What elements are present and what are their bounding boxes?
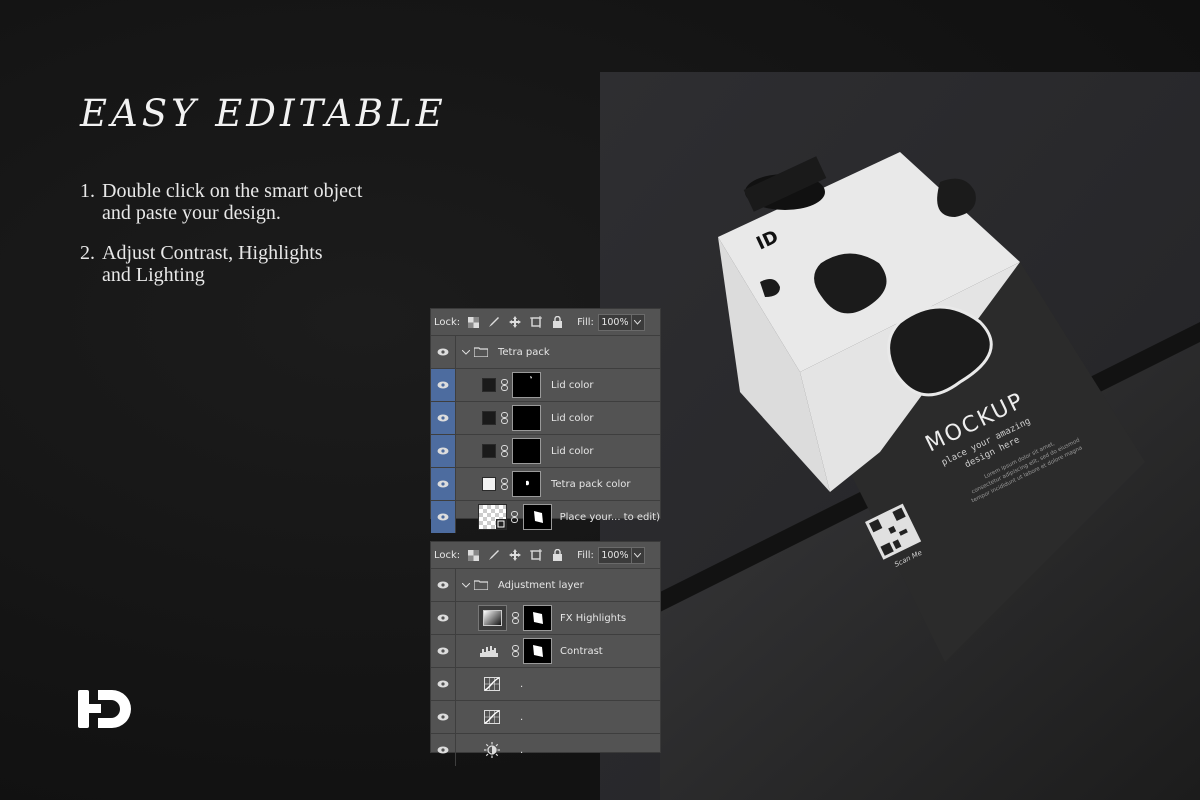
eye-icon[interactable] [431, 468, 455, 500]
step-2: 2. Adjust Contrast, Highlights and Light… [80, 242, 480, 286]
layer-name: . [520, 711, 524, 723]
layer-thumbnail[interactable] [482, 444, 496, 458]
layer-thumbnail[interactable] [482, 411, 496, 425]
step-number: 1. [80, 180, 95, 202]
folder-icon [474, 347, 488, 357]
artboard-icon[interactable] [529, 315, 543, 329]
brush-icon[interactable] [487, 548, 501, 562]
chevron-down-icon[interactable] [631, 313, 645, 331]
lock-transparent-icon[interactable] [466, 315, 480, 329]
layer-row[interactable]: Lid color [431, 369, 660, 402]
layer-row[interactable]: Lid color [431, 435, 660, 468]
link-icon[interactable] [500, 379, 508, 391]
link-icon[interactable] [500, 478, 508, 490]
layer-name: Tetra pack color [551, 478, 631, 490]
eye-icon[interactable] [431, 336, 455, 368]
layer-mask[interactable] [512, 405, 541, 431]
move-icon[interactable] [508, 548, 522, 562]
curves-icon[interactable] [484, 677, 500, 691]
chevron-down-icon[interactable] [461, 580, 471, 591]
lock-icon[interactable] [550, 548, 564, 562]
brush-icon[interactable] [487, 315, 501, 329]
eye-icon[interactable] [431, 435, 455, 467]
layer-name: Lid color [551, 412, 594, 424]
layer-name: Place your... to edit) [559, 511, 660, 523]
chevron-down-icon[interactable] [461, 347, 471, 358]
eye-icon[interactable] [431, 569, 455, 601]
layer-name: Contrast [560, 645, 603, 657]
group-name: Adjustment layer [498, 579, 584, 591]
group-name: Tetra pack [498, 346, 550, 358]
link-icon[interactable] [511, 645, 519, 657]
layers-panel-tetra: Lock: Fill: 100% Tetra pack Lid color Li… [430, 308, 661, 533]
layer-mask[interactable] [522, 504, 552, 530]
layer-mask[interactable] [512, 438, 541, 464]
fill-input[interactable]: 100% [597, 313, 632, 331]
eye-icon[interactable] [431, 734, 455, 766]
layer-name: Lid color [551, 379, 594, 391]
fill-label: Fill: [577, 316, 594, 328]
smart-object-thumbnail[interactable] [478, 504, 507, 530]
step-1: 1. Double click on the smart object and … [80, 180, 480, 224]
brand-logo [78, 690, 131, 728]
fill-label: Fill: [577, 549, 594, 561]
layer-mask[interactable] [512, 372, 541, 398]
brightness-icon[interactable] [484, 742, 500, 758]
eye-icon[interactable] [431, 602, 455, 634]
smart-object-icon [496, 519, 506, 529]
layer-name: . [520, 744, 524, 756]
layer-row[interactable]: . [431, 701, 660, 734]
lock-label: Lock: [434, 549, 461, 561]
layer-row[interactable]: . [431, 734, 660, 766]
lock-bar: Lock: Fill: 100% [431, 309, 660, 336]
instructions: 1. Double click on the smart object and … [80, 180, 480, 304]
layer-name: Lid color [551, 445, 594, 457]
layer-name: . [520, 678, 524, 690]
link-icon[interactable] [500, 412, 508, 424]
layer-name: FX Highlights [560, 612, 627, 624]
layer-thumbnail[interactable] [482, 378, 496, 392]
folder-icon [474, 580, 488, 590]
layer-row[interactable]: Tetra pack color [431, 468, 660, 501]
layer-mask[interactable] [523, 638, 552, 664]
gradient-icon[interactable] [478, 605, 507, 631]
eye-icon[interactable] [431, 668, 455, 700]
lock-transparent-icon[interactable] [466, 548, 480, 562]
lock-bar: Lock: Fill: 100% [431, 542, 660, 569]
lock-label: Lock: [434, 316, 461, 328]
link-icon[interactable] [500, 445, 508, 457]
eye-icon[interactable] [431, 701, 455, 733]
step-number: 2. [80, 242, 95, 264]
artboard-icon[interactable] [529, 548, 543, 562]
layer-row[interactable]: FX Highlights [431, 602, 660, 635]
product-photo: ID MOCKUP place your amazing design here… [600, 72, 1200, 800]
eye-icon[interactable] [431, 402, 455, 434]
layer-thumbnail[interactable] [482, 477, 496, 491]
step-text: Double click on the smart object and pas… [102, 180, 363, 224]
layer-row[interactable]: Contrast [431, 635, 660, 668]
layer-group-row[interactable]: Adjustment layer [431, 569, 660, 602]
layer-row[interactable]: Lid color [431, 402, 660, 435]
photo-scene: ID MOCKUP place your amazing design here… [600, 72, 1200, 800]
layer-row[interactable]: . [431, 668, 660, 701]
layer-row[interactable]: Place your... to edit) [431, 501, 660, 533]
step-text: Adjust Contrast, Highlights and Lighting [102, 242, 323, 286]
curves-icon[interactable] [484, 710, 500, 724]
link-icon[interactable] [511, 511, 519, 523]
move-icon[interactable] [508, 315, 522, 329]
layer-mask[interactable] [512, 471, 541, 497]
chevron-down-icon[interactable] [631, 546, 645, 564]
layers-panel-adjustment: Lock: Fill: 100% Adjustment layer FX Hig… [430, 541, 661, 766]
headline: EASY EDITABLE [80, 92, 447, 135]
layer-group-row[interactable]: Tetra pack [431, 336, 660, 369]
link-icon[interactable] [511, 612, 519, 624]
eye-icon[interactable] [431, 369, 455, 401]
lock-icon[interactable] [550, 315, 564, 329]
levels-icon[interactable] [478, 644, 507, 658]
eye-icon[interactable] [431, 501, 455, 533]
layer-mask[interactable] [523, 605, 552, 631]
eye-icon[interactable] [431, 635, 455, 667]
fill-input[interactable]: 100% [597, 546, 632, 564]
